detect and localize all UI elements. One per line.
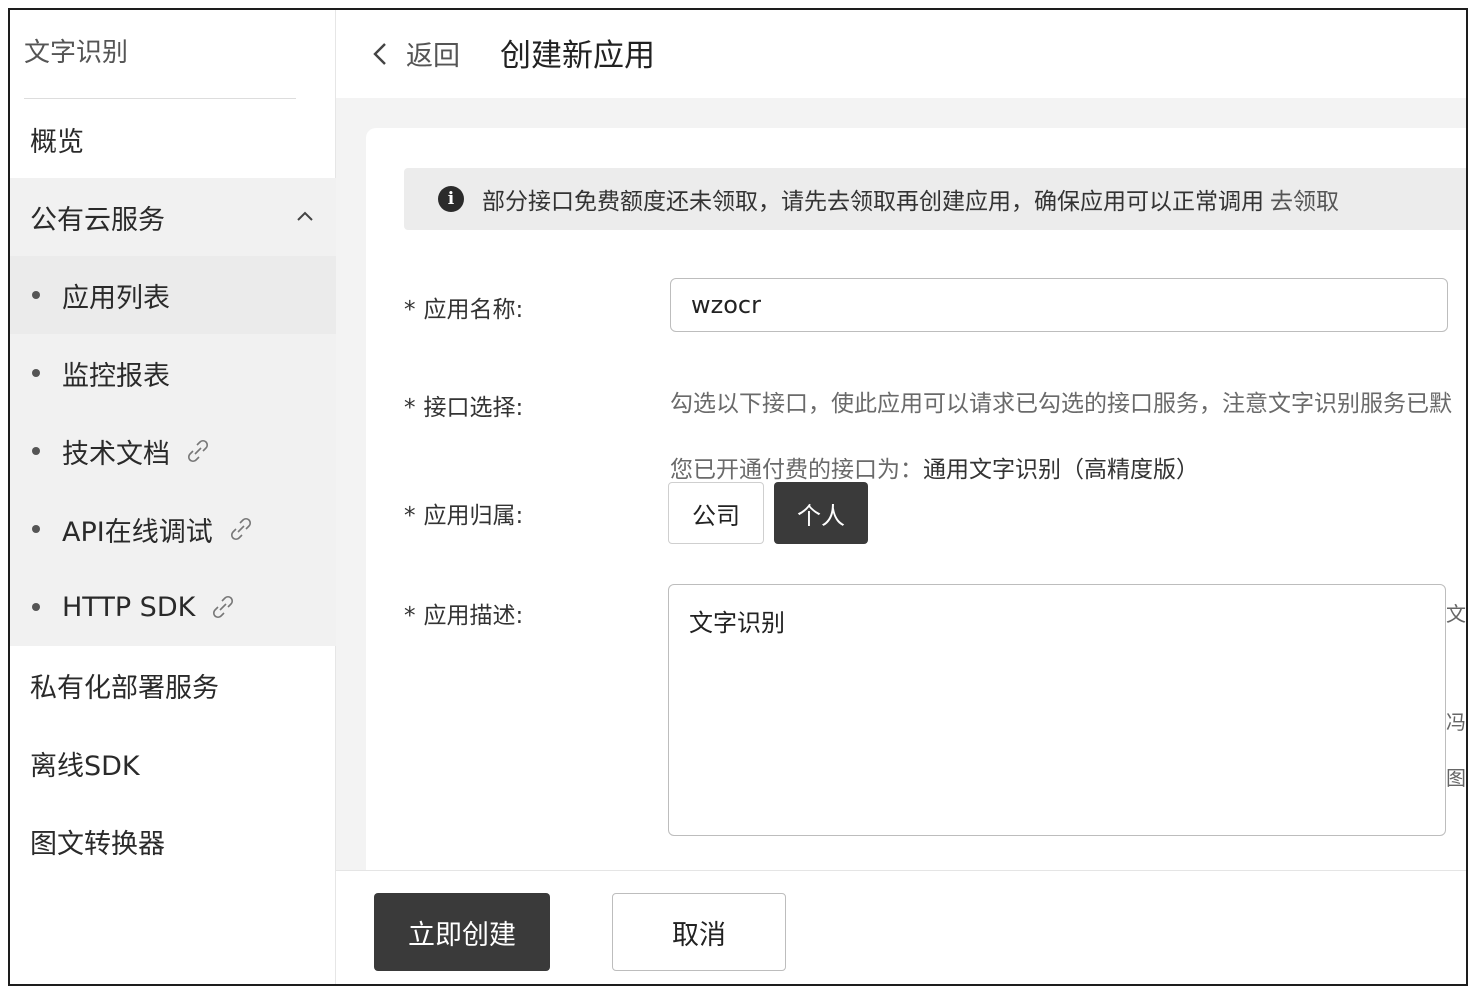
sidebar-item-label: 私有化部署服务 — [30, 672, 219, 704]
link-icon — [230, 517, 251, 541]
description-textarea[interactable]: 文字识别 — [668, 584, 1446, 836]
sidebar-item-private-deploy[interactable]: 私有化部署服务 — [10, 646, 336, 724]
form-card: i 部分接口免费额度还未领取，请先去领取再创建应用，确保应用可以正常调用 去领取… — [366, 128, 1466, 888]
paid-api-value: 通用文字识别（高精度版） — [923, 457, 1199, 483]
footer-actions: 立即创建 取消 — [336, 870, 1466, 984]
sidebar-subitem-label: 应用列表 — [62, 282, 170, 314]
clipped-text: 冯 — [1446, 710, 1466, 734]
page-title: 创建新应用 — [500, 38, 655, 74]
bullet-icon — [32, 603, 40, 611]
paid-api-prefix: 您已开通付费的接口为： — [670, 457, 923, 483]
owner-option-personal[interactable]: 个人 — [774, 482, 868, 544]
sidebar-item-overview[interactable]: 概览 — [10, 100, 336, 178]
bullet-icon — [32, 447, 40, 455]
label-text: 应用归属: — [423, 503, 524, 529]
chevron-left-icon[interactable] — [370, 40, 390, 68]
sidebar-item-image-converter[interactable]: 图文转换器 — [10, 802, 336, 880]
chevron-up-icon — [297, 211, 313, 221]
clipped-text: 图 — [1446, 766, 1466, 790]
sidebar-item-label: 概览 — [30, 126, 84, 158]
sidebar-subitem-api-debug[interactable]: API在线调试 — [10, 490, 336, 568]
sidebar-item-public-cloud[interactable]: 公有云服务 — [10, 178, 336, 256]
owner-label: * 应用归属: — [404, 496, 523, 530]
label-text: 接口选择: — [423, 395, 524, 421]
top-bar: 返回 创建新应用 — [336, 10, 1466, 98]
link-icon — [187, 439, 209, 463]
sidebar-subitem-app-list[interactable]: 应用列表 — [10, 256, 336, 334]
required-mark: * — [404, 297, 416, 323]
owner-option-company[interactable]: 公司 — [668, 482, 764, 544]
sidebar-item-label: 离线SDK — [30, 750, 140, 782]
sidebar-item-offline-sdk[interactable]: 离线SDK — [10, 724, 336, 802]
api-select-label: * 接口选择: — [404, 388, 523, 422]
sidebar-item-label: 图文转换器 — [30, 828, 165, 860]
bullet-icon — [32, 525, 40, 533]
required-mark: * — [404, 395, 416, 421]
app-name-input[interactable]: wzocr — [670, 278, 1448, 332]
sidebar-subitem-monitor[interactable]: 监控报表 — [10, 334, 336, 412]
label-text: 应用描述: — [423, 603, 524, 629]
link-icon — [213, 595, 234, 619]
description-label: * 应用描述: — [404, 596, 523, 630]
cancel-button[interactable]: 取消 — [612, 893, 786, 971]
app-name-label: * 应用名称: — [404, 290, 523, 324]
main-content: 返回 创建新应用 i 部分接口免费额度还未领取，请先去领取再创建应用，确保应用可… — [336, 10, 1466, 984]
app-frame: 文字识别 概览 公有云服务 应用列表 监控报表 技术文档 API在线调试 HTT… — [8, 8, 1468, 986]
info-icon: i — [438, 186, 464, 212]
bullet-icon — [32, 291, 40, 299]
api-select-hint: 勾选以下接口，使此应用可以请求已勾选的接口服务，注意文字识别服务已默 — [670, 391, 1452, 417]
sidebar-subitem-http-sdk[interactable]: HTTP SDK — [10, 568, 336, 646]
sidebar-divider — [24, 98, 296, 99]
sidebar-subitem-label: 监控报表 — [62, 360, 170, 392]
sidebar-subitem-label: HTTP SDK — [62, 591, 196, 623]
sidebar: 文字识别 概览 公有云服务 应用列表 监控报表 技术文档 API在线调试 HTT… — [10, 10, 336, 984]
sidebar-title: 文字识别 — [24, 38, 129, 68]
required-mark: * — [404, 503, 416, 529]
clipped-text: 文 — [1446, 602, 1466, 626]
claim-link[interactable]: 去领取 — [1270, 182, 1339, 216]
back-button[interactable]: 返回 — [406, 34, 460, 73]
create-button[interactable]: 立即创建 — [374, 893, 550, 971]
notice-text: 部分接口免费额度还未领取，请先去领取再创建应用，确保应用可以正常调用 — [482, 189, 1264, 215]
sidebar-subitem-docs[interactable]: 技术文档 — [10, 412, 336, 490]
sidebar-item-label: 公有云服务 — [30, 204, 165, 236]
paid-api-info: 您已开通付费的接口为：通用文字识别（高精度版） — [670, 450, 1199, 484]
required-mark: * — [404, 603, 416, 629]
sidebar-group-public-cloud: 公有云服务 应用列表 监控报表 技术文档 API在线调试 HTTP SDK — [10, 178, 336, 646]
sidebar-subitem-label: API在线调试 — [62, 516, 213, 548]
bullet-icon — [32, 369, 40, 377]
notice-banner: i 部分接口免费额度还未领取，请先去领取再创建应用，确保应用可以正常调用 去领取 — [404, 168, 1466, 230]
label-text: 应用名称: — [423, 297, 524, 323]
sidebar-subitem-label: 技术文档 — [62, 438, 170, 470]
